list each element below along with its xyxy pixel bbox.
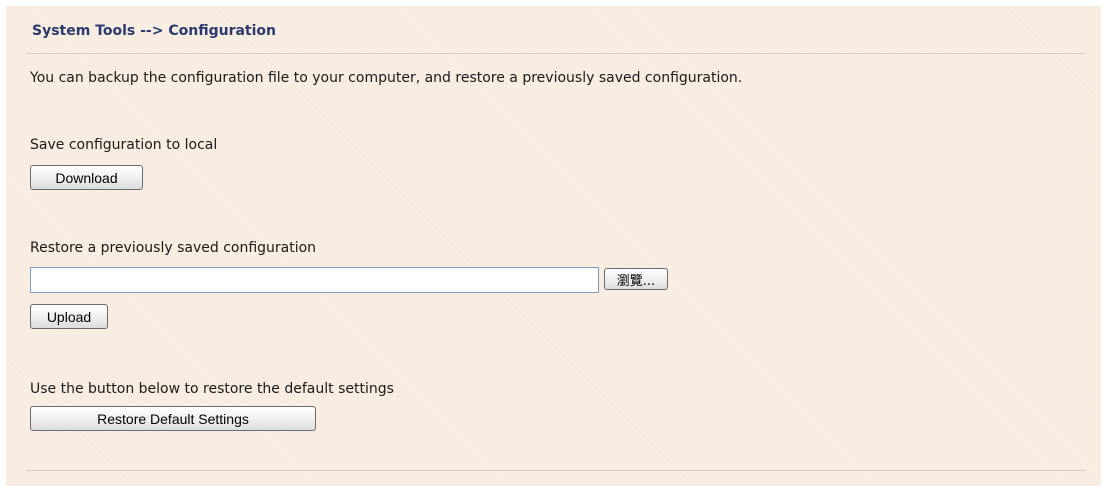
restore-default-label: Use the button below to restore the defa… [30, 381, 394, 397]
bottom-divider [26, 470, 1085, 471]
download-button[interactable]: Download [30, 165, 143, 190]
title-divider [26, 53, 1085, 54]
restore-default-settings-button[interactable]: Restore Default Settings [30, 406, 316, 431]
page-title: System Tools --> Configuration [32, 23, 277, 39]
config-file-path-input[interactable] [30, 267, 599, 293]
save-configuration-label: Save configuration to local [30, 137, 218, 153]
configuration-panel: System Tools --> Configuration You can b… [6, 6, 1101, 486]
intro-text: You can backup the configuration file to… [30, 70, 743, 86]
restore-configuration-label: Restore a previously saved configuration [30, 240, 317, 256]
browse-button[interactable]: 瀏覽... [604, 268, 668, 290]
upload-button[interactable]: Upload [30, 304, 108, 329]
